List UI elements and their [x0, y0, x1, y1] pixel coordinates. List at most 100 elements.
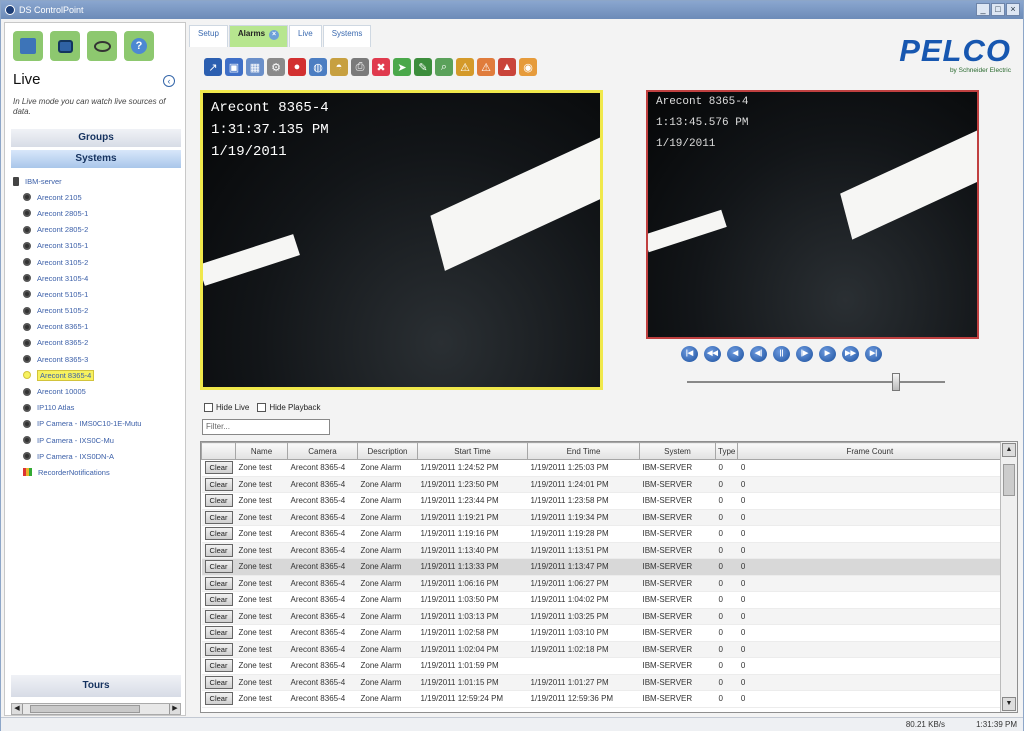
clear-button[interactable]: Clear [204, 543, 233, 557]
clear-button[interactable]: Clear [204, 510, 233, 524]
scroll-thumb[interactable] [30, 705, 140, 713]
tree-item[interactable]: IBM-server [13, 173, 183, 189]
alarm-icon[interactable]: ⚠ [477, 58, 495, 76]
scroll-down-icon[interactable]: ▼ [1002, 697, 1016, 711]
fast-forward-icon[interactable]: ▶▶ [842, 346, 859, 362]
table-row[interactable]: Clear Zone test Arecont 8365-4 Zone Alarm 1/… [201, 608, 1002, 625]
table-row[interactable]: Clear Zone test Arecont 8365-4 Zone Alarm 1/… [201, 690, 1002, 708]
clear-button[interactable]: Clear [204, 609, 233, 623]
clear-button[interactable]: Clear [204, 659, 233, 673]
binoculars-icon[interactable] [87, 31, 117, 61]
search-icon[interactable]: ⌕ [435, 58, 453, 76]
systems-button[interactable]: Systems [11, 150, 181, 168]
tours-button[interactable]: Tours [11, 675, 181, 697]
scroll-left-icon[interactable]: ◀ [12, 704, 23, 714]
table-row[interactable]: Clear Zone test Arecont 8365-4 Zone Alarm 1/… [201, 459, 1002, 477]
globe-icon[interactable]: ◍ [309, 58, 327, 76]
tab-systems[interactable]: Systems [322, 25, 372, 47]
network-icon[interactable] [13, 31, 43, 61]
table-row[interactable]: Clear Zone test Arecont 8365-4 Zone Alarm 1/… [201, 542, 1002, 559]
tree-item[interactable]: Arecont 8365-1 [13, 319, 183, 335]
pointer-icon[interactable]: ➤ [393, 58, 411, 76]
hide-playback-option[interactable]: Hide Playback [257, 403, 321, 413]
clear-button[interactable]: Clear [204, 494, 233, 508]
speaker-icon[interactable]: ◉ [519, 58, 537, 76]
table-row[interactable]: Clear Zone test Arecont 8365-4 Zone Alarm 1/… [201, 492, 1002, 510]
sidebar-scrollbar[interactable]: ◀ ▶ [11, 703, 181, 715]
rewind-fast-icon[interactable]: ◀◀ [704, 346, 721, 362]
tree-item[interactable]: Arecont 5105-1 [13, 286, 183, 302]
frame-back-icon[interactable]: ◀| [750, 346, 767, 362]
column-header[interactable]: Start Time [417, 442, 528, 460]
live-video-panel[interactable]: Arecont 8365-4 1:31:37.135 PM 1/19/2011 [200, 90, 603, 390]
tree-item[interactable]: IP Camera - IXS0C-Mu [13, 432, 183, 448]
frame-forward-icon[interactable]: |▶ [796, 346, 813, 362]
table-row[interactable]: Clear Zone test Arecont 8365-4 Zone Alarm 1/… [201, 525, 1002, 543]
camera-icon[interactable]: ◓ [330, 58, 348, 76]
groups-button[interactable]: Groups [11, 129, 181, 147]
warning-icon[interactable]: ⚠ [456, 58, 474, 76]
stop-icon[interactable]: ✖ [372, 58, 390, 76]
table-row[interactable]: Clear Zone test Arecont 8365-4 Zone Alarm 1/… [201, 558, 1002, 576]
table-row[interactable]: Clear Zone test Arecont 8365-4 Zone Alarm 1/… [201, 509, 1002, 526]
hide-live-checkbox[interactable] [204, 403, 213, 413]
tree-item[interactable]: Arecont 8365-4 [13, 367, 183, 383]
pause-icon[interactable]: || [773, 346, 790, 362]
tree-item[interactable]: Arecont 2805-1 [13, 205, 183, 221]
clear-button[interactable]: Clear [204, 576, 233, 590]
close-button[interactable]: × [1006, 3, 1020, 16]
table-row[interactable]: Clear Zone test Arecont 8365-4 Zone Alarm 1/… [201, 591, 1002, 609]
hide-playback-checkbox[interactable] [257, 403, 267, 413]
tree-item[interactable]: Arecont 8365-2 [13, 335, 183, 351]
tree-item[interactable]: Arecont 10005 [13, 383, 183, 399]
clear-button[interactable]: Clear [204, 527, 233, 541]
edit-icon[interactable]: ✎ [414, 58, 432, 76]
tree-item[interactable]: Arecont 3105-2 [13, 254, 183, 270]
clear-button[interactable]: Clear [204, 626, 233, 640]
column-header[interactable]: Camera [287, 442, 358, 460]
tree-item[interactable]: Arecont 3105-4 [13, 270, 183, 286]
scroll-right-icon[interactable]: ▶ [169, 704, 180, 714]
table-row[interactable]: Clear Zone test Arecont 8365-4 Zone Alarm 1/… [201, 476, 1002, 493]
tree-item[interactable]: Arecont 3105-1 [13, 238, 183, 254]
tree-item[interactable]: IP110 Atlas [13, 400, 183, 416]
table-row[interactable]: Clear Zone test Arecont 8365-4 Zone Alarm 1/… [201, 624, 1002, 642]
column-header[interactable]: End Time [527, 442, 640, 460]
help-icon[interactable]: ? [124, 31, 154, 61]
clear-button[interactable]: Clear [204, 642, 233, 656]
playback-video-panel[interactable]: Arecont 8365-4 1:13:45.576 PM 1/19/2011 [646, 90, 979, 339]
filter-input[interactable]: Filter... [202, 419, 330, 435]
column-header[interactable]: Frame Count [737, 442, 1003, 460]
siren-icon[interactable]: ▲ [498, 58, 516, 76]
clear-button[interactable]: Clear [204, 692, 233, 706]
clear-button[interactable]: Clear [204, 477, 233, 491]
close-tab-icon[interactable]: × [269, 30, 280, 40]
tree-item[interactable]: IP Camera - IXS0DN-A [13, 448, 183, 464]
layout-grid-icon[interactable]: ▦ [246, 58, 264, 76]
print-icon[interactable]: ⎙ [351, 58, 369, 76]
monitor-icon[interactable] [50, 31, 80, 61]
table-row[interactable]: Clear Zone test Arecont 8365-4 Zone Alarm 1/… [201, 674, 1002, 691]
tab-setup[interactable]: Setup [189, 25, 228, 47]
clear-button[interactable]: Clear [204, 461, 233, 475]
clear-button[interactable]: Clear [204, 560, 233, 574]
layout-single-icon[interactable]: ▣ [225, 58, 243, 76]
playback-slider[interactable] [687, 373, 945, 391]
scroll-up-icon[interactable]: ▲ [1002, 443, 1016, 457]
column-header[interactable]: System [639, 442, 716, 460]
settings-icon[interactable]: ⚙ [267, 58, 285, 76]
skip-start-icon[interactable]: |◀ [681, 346, 698, 362]
column-header[interactable]: Description [357, 442, 418, 460]
minimize-button[interactable]: _ [976, 3, 990, 16]
tree-item[interactable]: Arecont 2805-2 [13, 222, 183, 238]
grid-scroll-thumb[interactable] [1003, 464, 1015, 496]
slider-knob[interactable] [891, 373, 900, 391]
tree-item[interactable]: Arecont 8365-3 [13, 351, 183, 367]
table-row[interactable]: Clear Zone test Arecont 8365-4 Zone Alarm 1/… [201, 575, 1002, 592]
clear-button[interactable]: Clear [204, 593, 233, 607]
maximize-button[interactable]: □ [991, 3, 1005, 16]
grid-scrollbar[interactable]: ▲ ▼ [1000, 442, 1017, 712]
arrow-icon[interactable]: ↗ [204, 58, 222, 76]
tree-item[interactable]: RecorderNotifications [13, 464, 183, 480]
play-icon[interactable]: ▶ [819, 346, 836, 362]
